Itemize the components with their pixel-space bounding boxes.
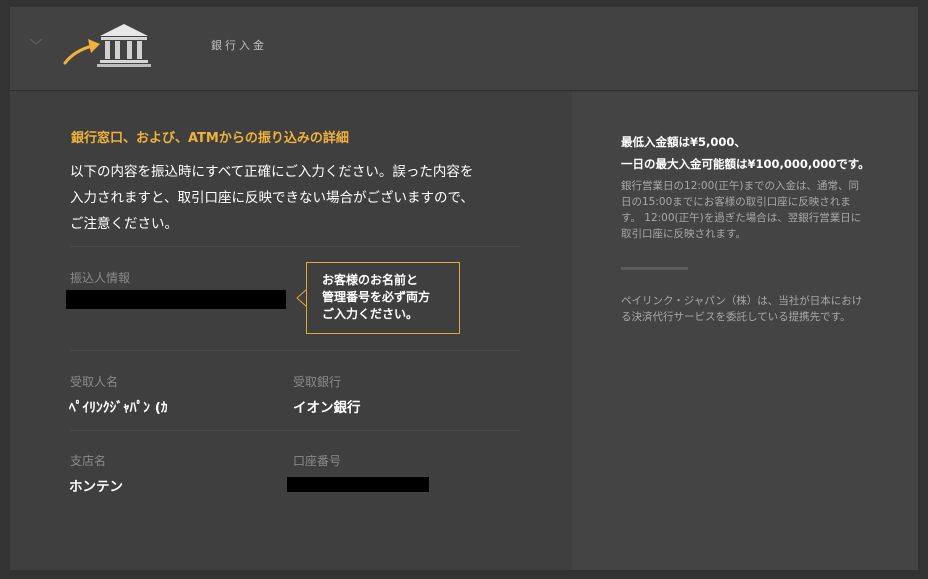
divider xyxy=(70,430,520,431)
page-title: 銀行入金 xyxy=(211,39,267,52)
chevron-down-icon[interactable] xyxy=(28,37,44,47)
info-line: ペイリンク・ジャパン（株）は、当社が日本におけ xyxy=(621,295,863,307)
info-line: 取引口座に反映されます。 xyxy=(621,228,746,240)
tooltip-line: 管理番号を必ず両方 xyxy=(322,290,431,304)
bank-value: イオン銀行 xyxy=(293,400,361,416)
section-title: 銀行窓口、および、ATMからの振り込みの詳細 xyxy=(71,131,349,146)
depositor-tooltip: お客様のお名前と 管理番号を必ず両方 ご入力ください。 xyxy=(306,262,460,334)
recipient-value: ﾍﾟｲﾘﾝｸｼﾞｬﾊﾟﾝ (ｶ xyxy=(69,400,168,416)
sidebar-divider xyxy=(621,267,688,270)
provider-text: ペイリンク・ジャパン（株）は、当社が日本におけ る決済代行サービスを委託している… xyxy=(621,293,883,325)
depositor-value-redacted xyxy=(66,290,286,309)
branch-value: ホンテン xyxy=(69,479,123,495)
bank-label: 受取銀行 xyxy=(293,375,342,389)
info-line: る決済代行サービスを委託している提携先です。 xyxy=(621,311,851,323)
divider xyxy=(70,350,520,351)
tooltip-line: お客様のお名前と xyxy=(322,273,419,287)
tooltip-line: ご入力ください。 xyxy=(322,307,419,321)
processing-time-text: 銀行営業日の12:00(正午)までの入金は、通常、同 日の15:00までにお客様… xyxy=(621,178,883,242)
instructions-line: 以下の内容を振込時にすべて正確にご入力ください。誤った内容を xyxy=(70,164,474,180)
depositor-label: 振込人情報 xyxy=(70,271,131,285)
info-line: 日の15:00までにお客様の取引口座に反映されま xyxy=(621,196,851,208)
bank-icon xyxy=(97,24,151,67)
min-deposit-text: 最低入金額は¥5,000、 xyxy=(621,135,746,149)
max-deposit-text: 一日の最大入金可能額は¥100,000,000です。 xyxy=(621,157,870,171)
divider xyxy=(70,246,520,247)
recipient-label: 受取人名 xyxy=(70,375,119,389)
info-line: す。 12:00(正午)を過ぎた場合は、翌銀行営業日に xyxy=(621,212,862,224)
info-line: 銀行営業日の12:00(正午)までの入金は、通常、同 xyxy=(621,180,859,192)
account-number-label: 口座番号 xyxy=(293,454,342,468)
branch-label: 支店名 xyxy=(70,454,107,468)
instructions-text: 以下の内容を振込時にすべて正確にご入力ください。誤った内容を 入力されますと、取… xyxy=(70,159,520,237)
account-number-redacted xyxy=(287,477,429,492)
instructions-line: 入力されますと、取引口座に反映できない場合がございますので、 xyxy=(70,190,474,206)
instructions-line: ご注意ください。 xyxy=(70,216,178,232)
